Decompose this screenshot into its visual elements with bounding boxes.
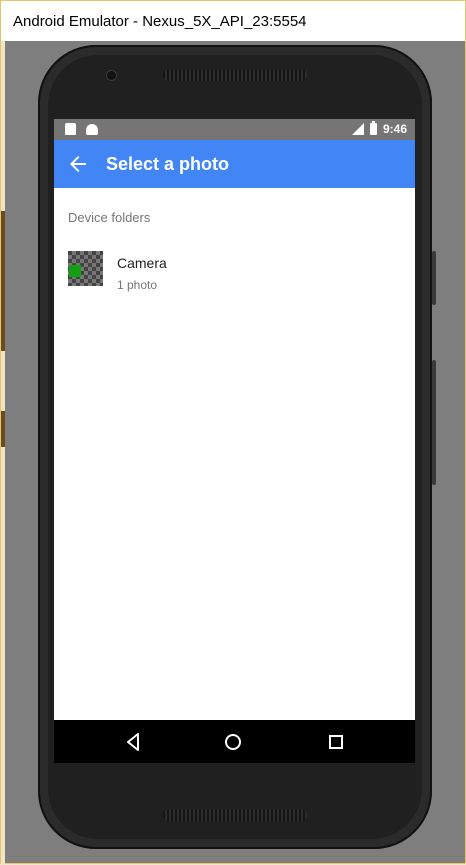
sd-card-icon [64,123,76,135]
signal-strength-icon [351,123,364,135]
triangle-back-icon[interactable] [122,731,144,753]
phone-screen: 9:46 Select a photo Device folders Camer… [54,119,415,763]
status-time: 9:46 [382,122,407,136]
square-recents-icon[interactable] [325,731,347,753]
folder-photo-count: 1 photo [117,278,158,292]
front-camera-icon [106,70,117,81]
volume-rocker[interactable] [432,360,436,485]
page-title: Select a photo [106,154,230,174]
circle-home-icon[interactable] [222,731,244,753]
window-title-bar[interactable]: Android Emulator - Nexus_5X_API_23:5554 [1,1,465,41]
speaker-grill-bottom [163,809,307,821]
section-header: Device folders [68,210,151,225]
navigation-bar [54,720,415,763]
speaker-grill-top [163,69,307,81]
power-button[interactable] [432,251,436,305]
emulator-window: Android Emulator - Nexus_5X_API_23:5554 … [0,0,466,865]
folder-name: Camera [117,255,167,271]
status-bar: 9:46 [54,119,415,140]
desktop-background-strip [1,41,5,865]
window-title: Android Emulator - Nexus_5X_API_23:5554 [13,13,307,30]
android-debug-icon [86,123,98,135]
app-bar: Select a photo [54,140,415,188]
folder-item-camera[interactable]: Camera 1 photo [54,243,415,299]
battery-icon [369,121,377,135]
folder-thumbnail [68,251,103,286]
arrow-left-icon[interactable] [66,152,90,176]
